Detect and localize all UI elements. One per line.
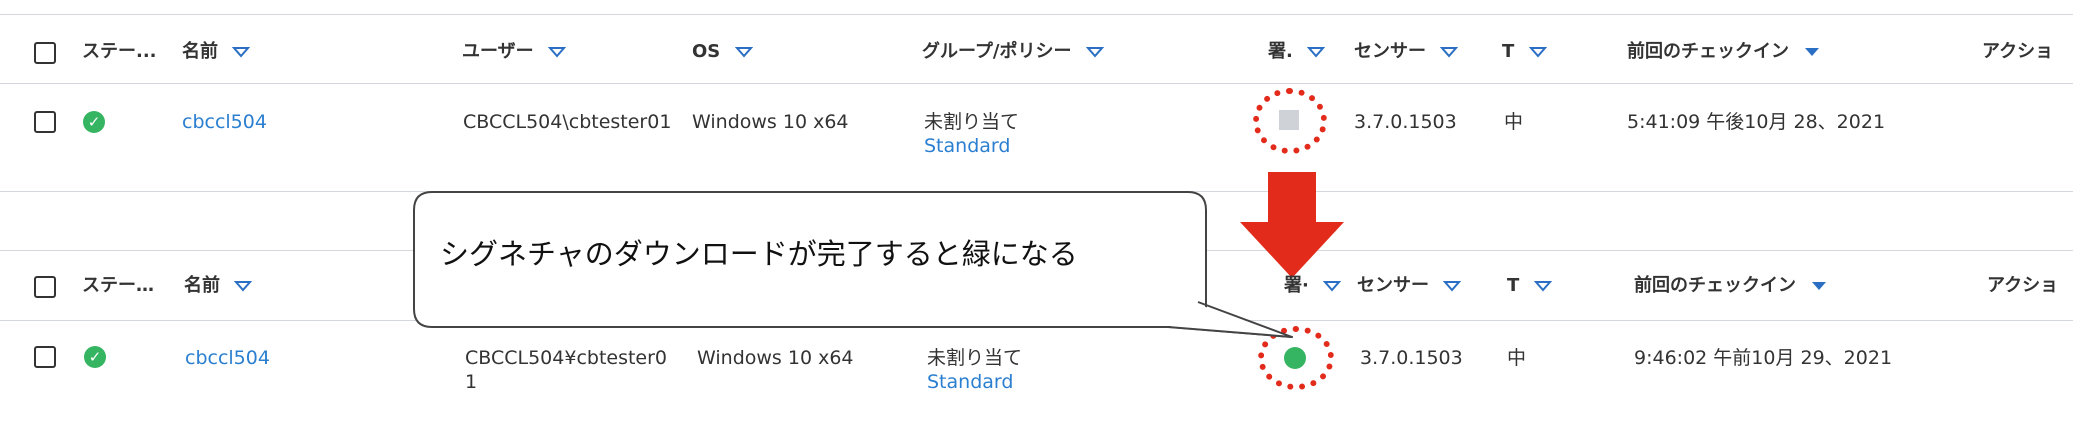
callout-bubble xyxy=(413,191,1293,338)
callout-text: シグネチャのダウンロードが完了すると緑になる xyxy=(440,237,1078,271)
